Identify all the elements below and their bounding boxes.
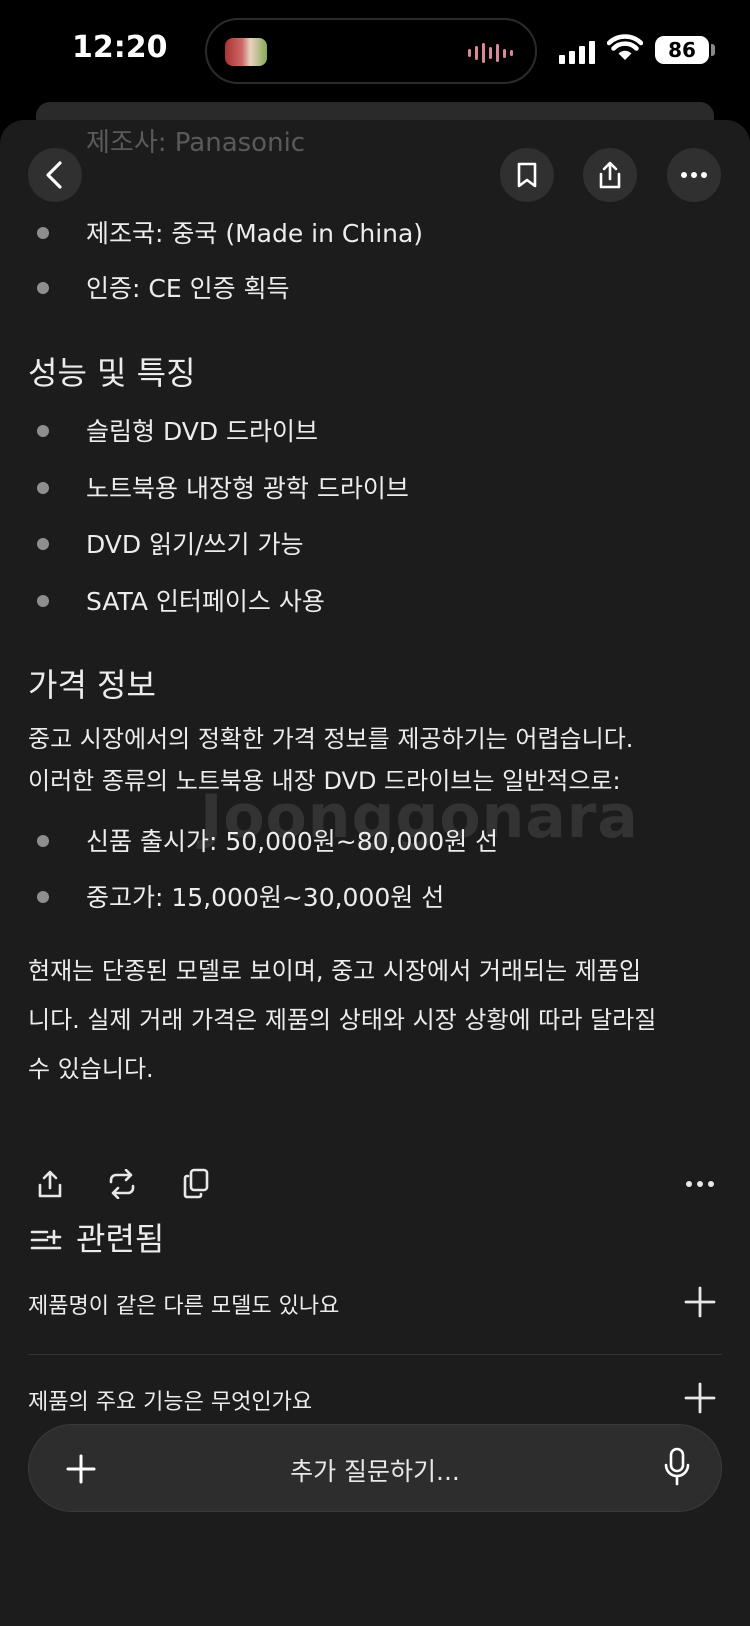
list-item-text: DVD 읽기/쓰기 가능 xyxy=(86,530,304,559)
dynamic-island[interactable] xyxy=(205,18,537,84)
more-options-button[interactable] xyxy=(667,148,721,202)
ellipsis-icon xyxy=(681,172,707,178)
related-list-icon xyxy=(30,1229,62,1250)
related-title: 관련됨 xyxy=(76,1220,165,1258)
bookmark-button[interactable] xyxy=(500,148,554,202)
list-item-text: SATA 인터페이스 사용 xyxy=(86,587,325,616)
features-heading: 성능 및 특징 xyxy=(28,354,196,392)
bullet xyxy=(37,282,49,294)
bullet xyxy=(37,538,49,550)
related-question-text: 제품명이 같은 다른 모델도 있나요 xyxy=(28,1294,340,1319)
watermark: Joonggonara xyxy=(200,782,639,852)
summary-line: 현재는 단종된 모델로 보이며, 중고 시장에서 거래되는 제품입 xyxy=(28,957,642,985)
chevron-left-icon xyxy=(46,161,62,189)
bullet xyxy=(37,482,49,494)
bookmark-icon xyxy=(517,162,537,188)
rewrite-icon xyxy=(109,1169,135,1199)
wifi-icon xyxy=(607,34,643,60)
follow-up-input[interactable]: 추가 질문하기... xyxy=(29,1452,721,1488)
plus-icon[interactable] xyxy=(682,1284,718,1320)
price-heading: 가격 정보 xyxy=(28,666,156,704)
bullet xyxy=(37,595,49,607)
bullet xyxy=(37,425,49,437)
faded-spec-line: 제조사: Panasonic xyxy=(86,128,306,158)
share-button[interactable] xyxy=(583,148,637,202)
answer-sheet: 제조사: Panasonic 제조국: 중국 (Made in China) 인… xyxy=(0,120,750,1626)
plus-icon[interactable] xyxy=(682,1380,718,1416)
now-playing-thumbnail xyxy=(225,38,267,66)
follow-up-composer[interactable]: 추가 질문하기... xyxy=(28,1424,722,1512)
list-item-text: 중고가: 15,000원~30,000원 선 xyxy=(86,883,445,912)
copy-icon xyxy=(183,1168,209,1199)
copy-button[interactable] xyxy=(174,1162,218,1206)
related-question-text: 제품의 주요 기능은 무엇인가요 xyxy=(28,1390,313,1415)
more-icon xyxy=(686,1181,714,1187)
list-item-text: 인증: CE 인증 획득 xyxy=(86,274,290,303)
list-item-text: 노트북용 내장형 광학 드라이브 xyxy=(86,474,409,503)
share-answer-button[interactable] xyxy=(28,1162,72,1206)
share-icon xyxy=(38,1170,62,1198)
status-bar: 12:20 86 xyxy=(0,0,750,110)
bullet xyxy=(37,835,49,847)
back-button[interactable] xyxy=(28,148,82,202)
list-item-text: 제조국: 중국 (Made in China) xyxy=(86,219,424,248)
audio-waveform-icon xyxy=(468,42,513,64)
summary-line: 니다. 실제 거래 가격은 제품의 상태와 시장 상황에 따라 달라질 xyxy=(28,1006,657,1034)
battery-level: 86 xyxy=(655,36,709,64)
rewrite-button[interactable] xyxy=(100,1162,144,1206)
microphone-icon[interactable] xyxy=(663,1447,691,1487)
summary-line: 수 있습니다. xyxy=(28,1055,154,1083)
list-item-text: 슬림형 DVD 드라이브 xyxy=(86,417,319,446)
answer-more-button[interactable] xyxy=(678,1162,722,1206)
share-icon xyxy=(599,161,621,189)
status-time: 12:20 xyxy=(72,30,168,65)
bullet xyxy=(37,891,49,903)
bullet xyxy=(37,227,49,239)
cellular-signal-icon xyxy=(559,40,595,64)
related-question-item[interactable]: 제품명이 같은 다른 모델도 있나요 xyxy=(28,1258,722,1355)
battery-tip xyxy=(711,44,715,56)
